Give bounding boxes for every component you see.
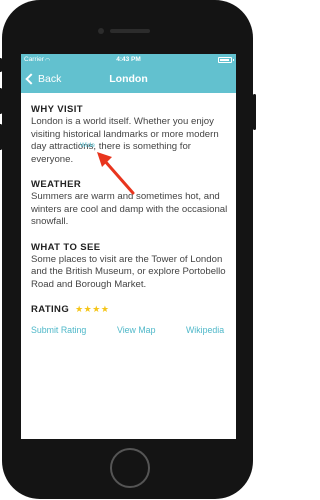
- rating-label: RATING: [31, 304, 70, 315]
- section-why-visit: WHY VISIT London is a world itself. Whet…: [31, 103, 231, 166]
- section-what-to-see: WHAT TO SEE Some places to visit are the…: [31, 241, 231, 292]
- volume-down-button: [0, 124, 2, 150]
- earpiece-speaker: [110, 29, 150, 33]
- battery-icon: [218, 57, 234, 63]
- mute-switch: [0, 58, 2, 72]
- chevron-left-icon: [25, 73, 37, 85]
- back-button-label: Back: [38, 73, 62, 85]
- back-button[interactable]: Back: [24, 70, 61, 88]
- power-button: [253, 94, 256, 130]
- section-body: London is a world itself. Whether you en…: [31, 116, 219, 165]
- section-body: Summers are warm and sometimes hot, and …: [31, 191, 228, 227]
- submit-rating-link[interactable]: Submit Rating: [31, 325, 86, 335]
- rating-stars: ★★★★: [75, 304, 110, 314]
- section-heading: WEATHER: [31, 179, 82, 190]
- status-time: 4:43 PM: [116, 56, 141, 63]
- section-weather: WEATHER Summers are warm and sometimes h…: [31, 178, 231, 229]
- section-body: Some places to visit are the Tower of Lo…: [31, 253, 226, 290]
- app-screen: Carrier ◠ 4:43 PM London Back WHY VISIT …: [21, 54, 236, 439]
- front-camera: [98, 28, 104, 34]
- action-links: Submit Rating View Map Wikipedia: [31, 325, 231, 337]
- wikipedia-link[interactable]: Wikipedia: [186, 325, 224, 335]
- navigation-bar: London Back: [21, 65, 236, 93]
- status-bar: Carrier ◠ 4:43 PM: [21, 54, 236, 65]
- volume-up-button: [0, 88, 2, 114]
- view-map-link[interactable]: View Map: [117, 325, 155, 335]
- rating-row: RATING ★★★★: [31, 303, 231, 316]
- section-heading: WHY VISIT: [31, 104, 83, 115]
- home-button[interactable]: [110, 448, 150, 488]
- section-heading: WHAT TO SEE: [31, 241, 101, 253]
- detail-content: WHY VISIT London is a world itself. Whet…: [31, 103, 231, 316]
- annotation-label: Wide: [80, 142, 95, 149]
